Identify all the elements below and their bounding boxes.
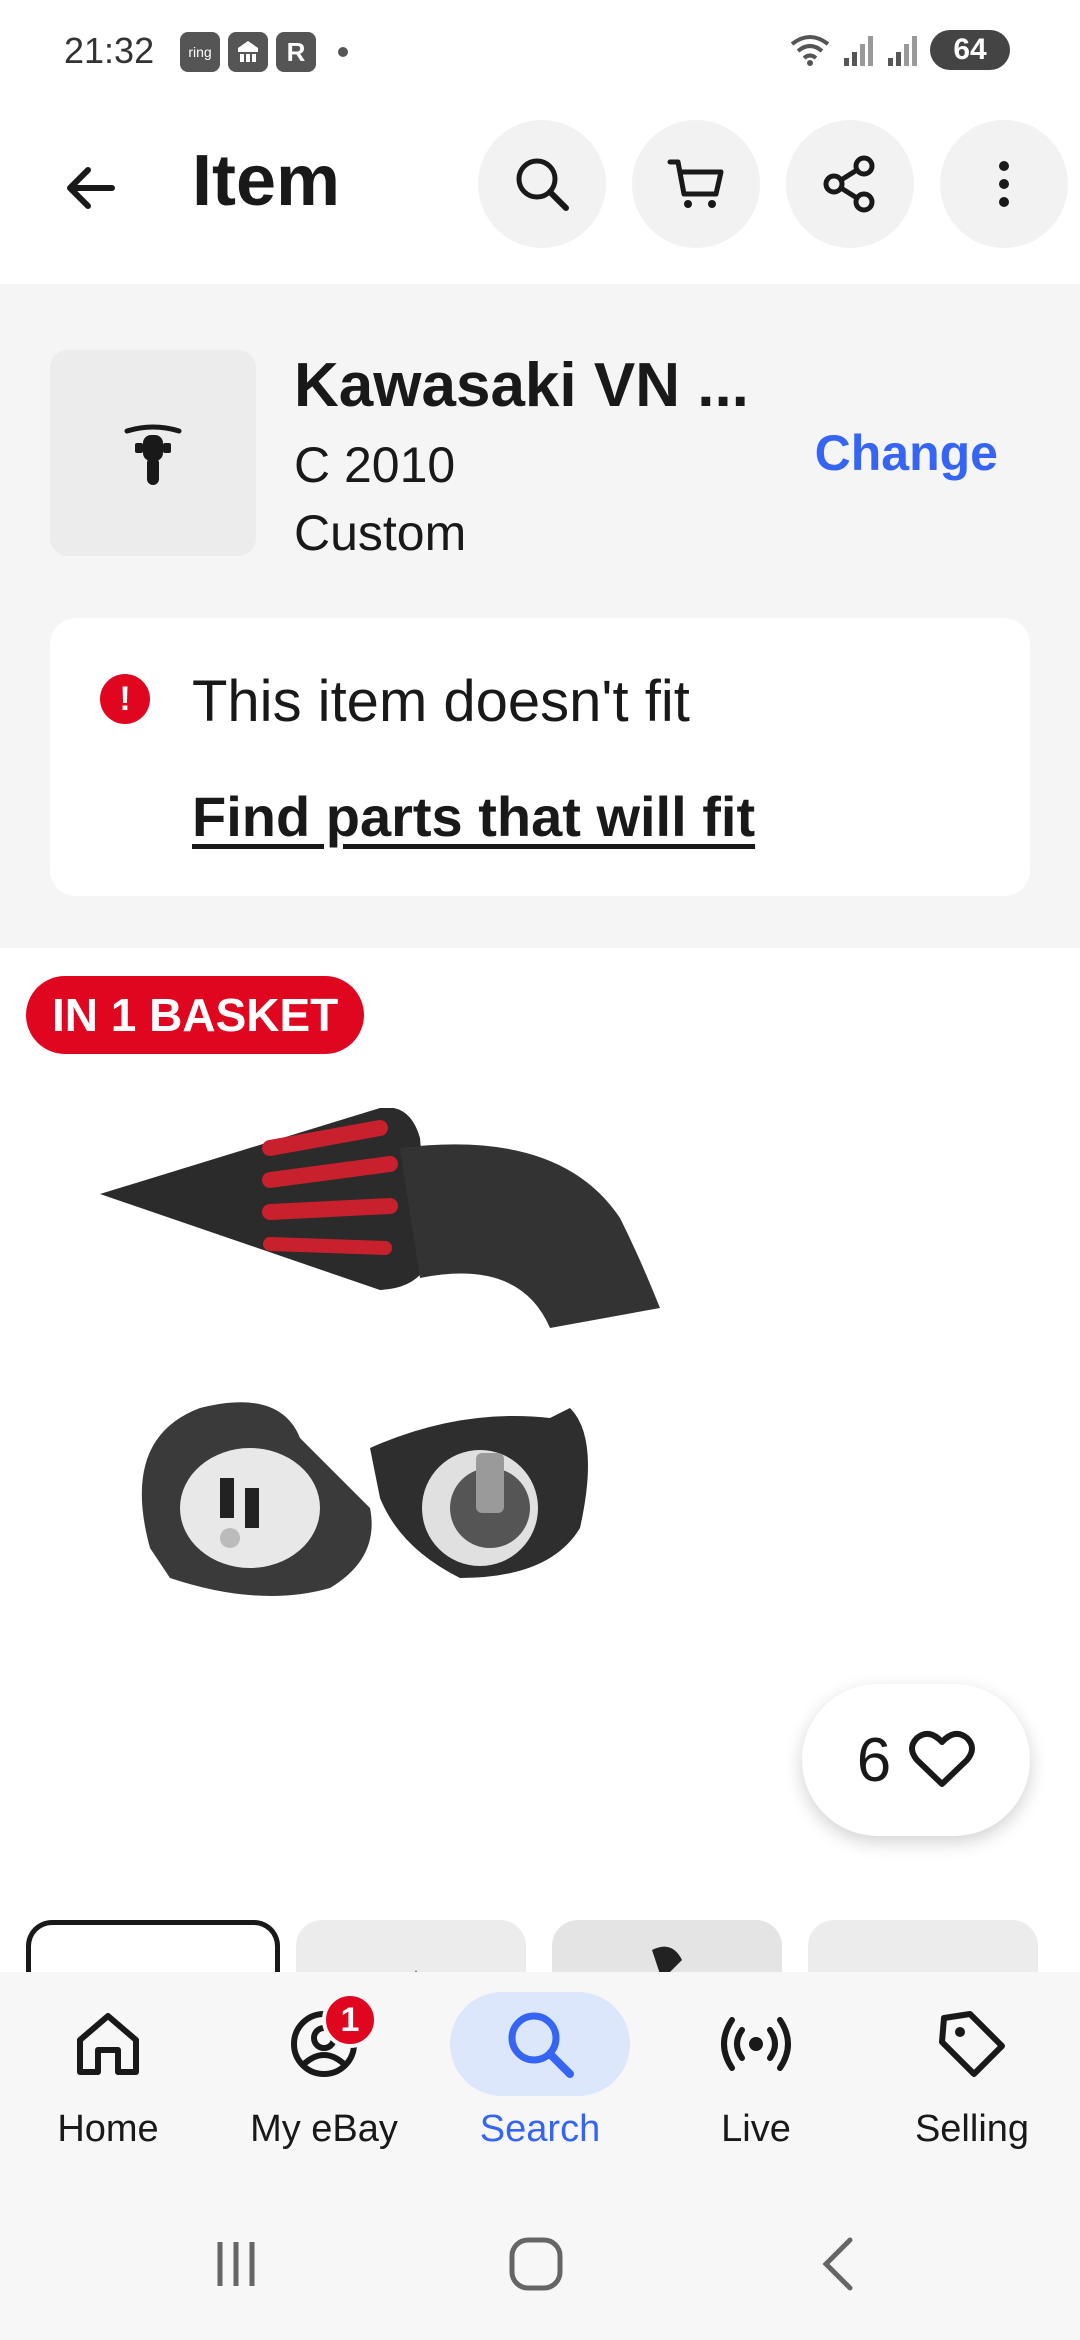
r-app-icon: R — [276, 32, 316, 72]
product-image-gallery[interactable]: IN 1 BASKET 6 — [0, 948, 1080, 2000]
back-button[interactable] — [50, 148, 130, 228]
nav-home[interactable]: Home — [0, 1972, 216, 2186]
back-system-button[interactable] — [800, 2224, 880, 2304]
live-icon — [721, 2017, 791, 2071]
home-circle-icon — [509, 2237, 563, 2291]
more-options-button[interactable] — [940, 120, 1068, 248]
system-navigation-bar — [0, 2186, 1080, 2340]
status-system-icons: 64 — [788, 30, 1010, 70]
nav-selling[interactable]: Selling — [864, 1972, 1080, 2186]
back-arrow-icon — [67, 167, 115, 209]
nav-live[interactable]: Live — [648, 1972, 864, 2186]
change-vehicle-link[interactable]: Change — [815, 424, 998, 482]
heart-icon — [909, 1730, 976, 1787]
nav-label: Live — [721, 2108, 791, 2150]
notification-badge: 1 — [322, 1992, 378, 2048]
signal-icon — [844, 36, 873, 66]
page-title: Item — [192, 141, 341, 221]
nav-search[interactable]: Search — [432, 1972, 648, 2186]
vehicle-fitment-section: Kawasaki VN ... C 2010 Custom Change ! T… — [0, 284, 1080, 948]
share-button[interactable] — [786, 120, 914, 248]
nav-label: Selling — [914, 2108, 1030, 2150]
vehicle-thumbnail — [50, 350, 256, 556]
back-chevron-icon — [822, 2237, 853, 2291]
motorcycle-icon — [124, 424, 182, 485]
watch-count: 6 — [856, 1725, 892, 1795]
share-icon — [823, 155, 875, 213]
status-bar: 21:32 ring R 64 — [0, 0, 1080, 100]
more-vertical-icon — [999, 161, 1009, 207]
status-notification-icons: ring R — [180, 32, 348, 72]
ring-app-icon: ring — [180, 32, 220, 72]
vehicle-name: Kawasaki VN ... — [294, 351, 749, 420]
status-time: 21:32 — [64, 30, 155, 71]
bottom-navigation: Home 1 My eBay Search Live Selling — [0, 1972, 1080, 2186]
nav-my-ebay[interactable]: 1 My eBay — [216, 1972, 432, 2186]
app-bar: Item — [0, 100, 1080, 284]
recent-apps-icon — [217, 2242, 255, 2286]
search-icon — [508, 2012, 574, 2078]
recent-apps-button[interactable] — [196, 2224, 276, 2304]
nav-label: My eBay — [250, 2108, 398, 2150]
alert-icon: ! — [100, 674, 150, 724]
bank-app-icon — [228, 32, 268, 72]
signal-icon-2 — [888, 36, 917, 66]
battery-indicator: 64 — [930, 30, 1010, 70]
fitment-message: This item doesn't fit — [192, 669, 690, 734]
fitment-card: ! This item doesn't fit Find parts that … — [50, 618, 1030, 896]
watchlist-button[interactable]: 6 — [802, 1684, 1030, 1836]
basket-badge: IN 1 BASKET — [26, 976, 365, 1054]
tag-icon — [939, 2011, 1005, 2077]
vehicle-type: Custom — [294, 505, 467, 561]
nav-label: Home — [57, 2108, 159, 2150]
search-icon — [516, 158, 569, 211]
home-system-button[interactable] — [496, 2224, 576, 2304]
vehicle-year: C 2010 — [294, 437, 456, 493]
nav-label: Search — [479, 2108, 601, 2150]
find-parts-link[interactable]: Find parts that will fit — [192, 784, 755, 849]
home-icon — [77, 2013, 139, 2075]
more-notifications-dot — [338, 47, 348, 57]
cart-icon — [667, 159, 724, 208]
search-button[interactable] — [478, 120, 606, 248]
wifi-icon — [790, 35, 830, 66]
product-image[interactable] — [80, 1108, 1000, 1668]
cart-button[interactable] — [632, 120, 760, 248]
